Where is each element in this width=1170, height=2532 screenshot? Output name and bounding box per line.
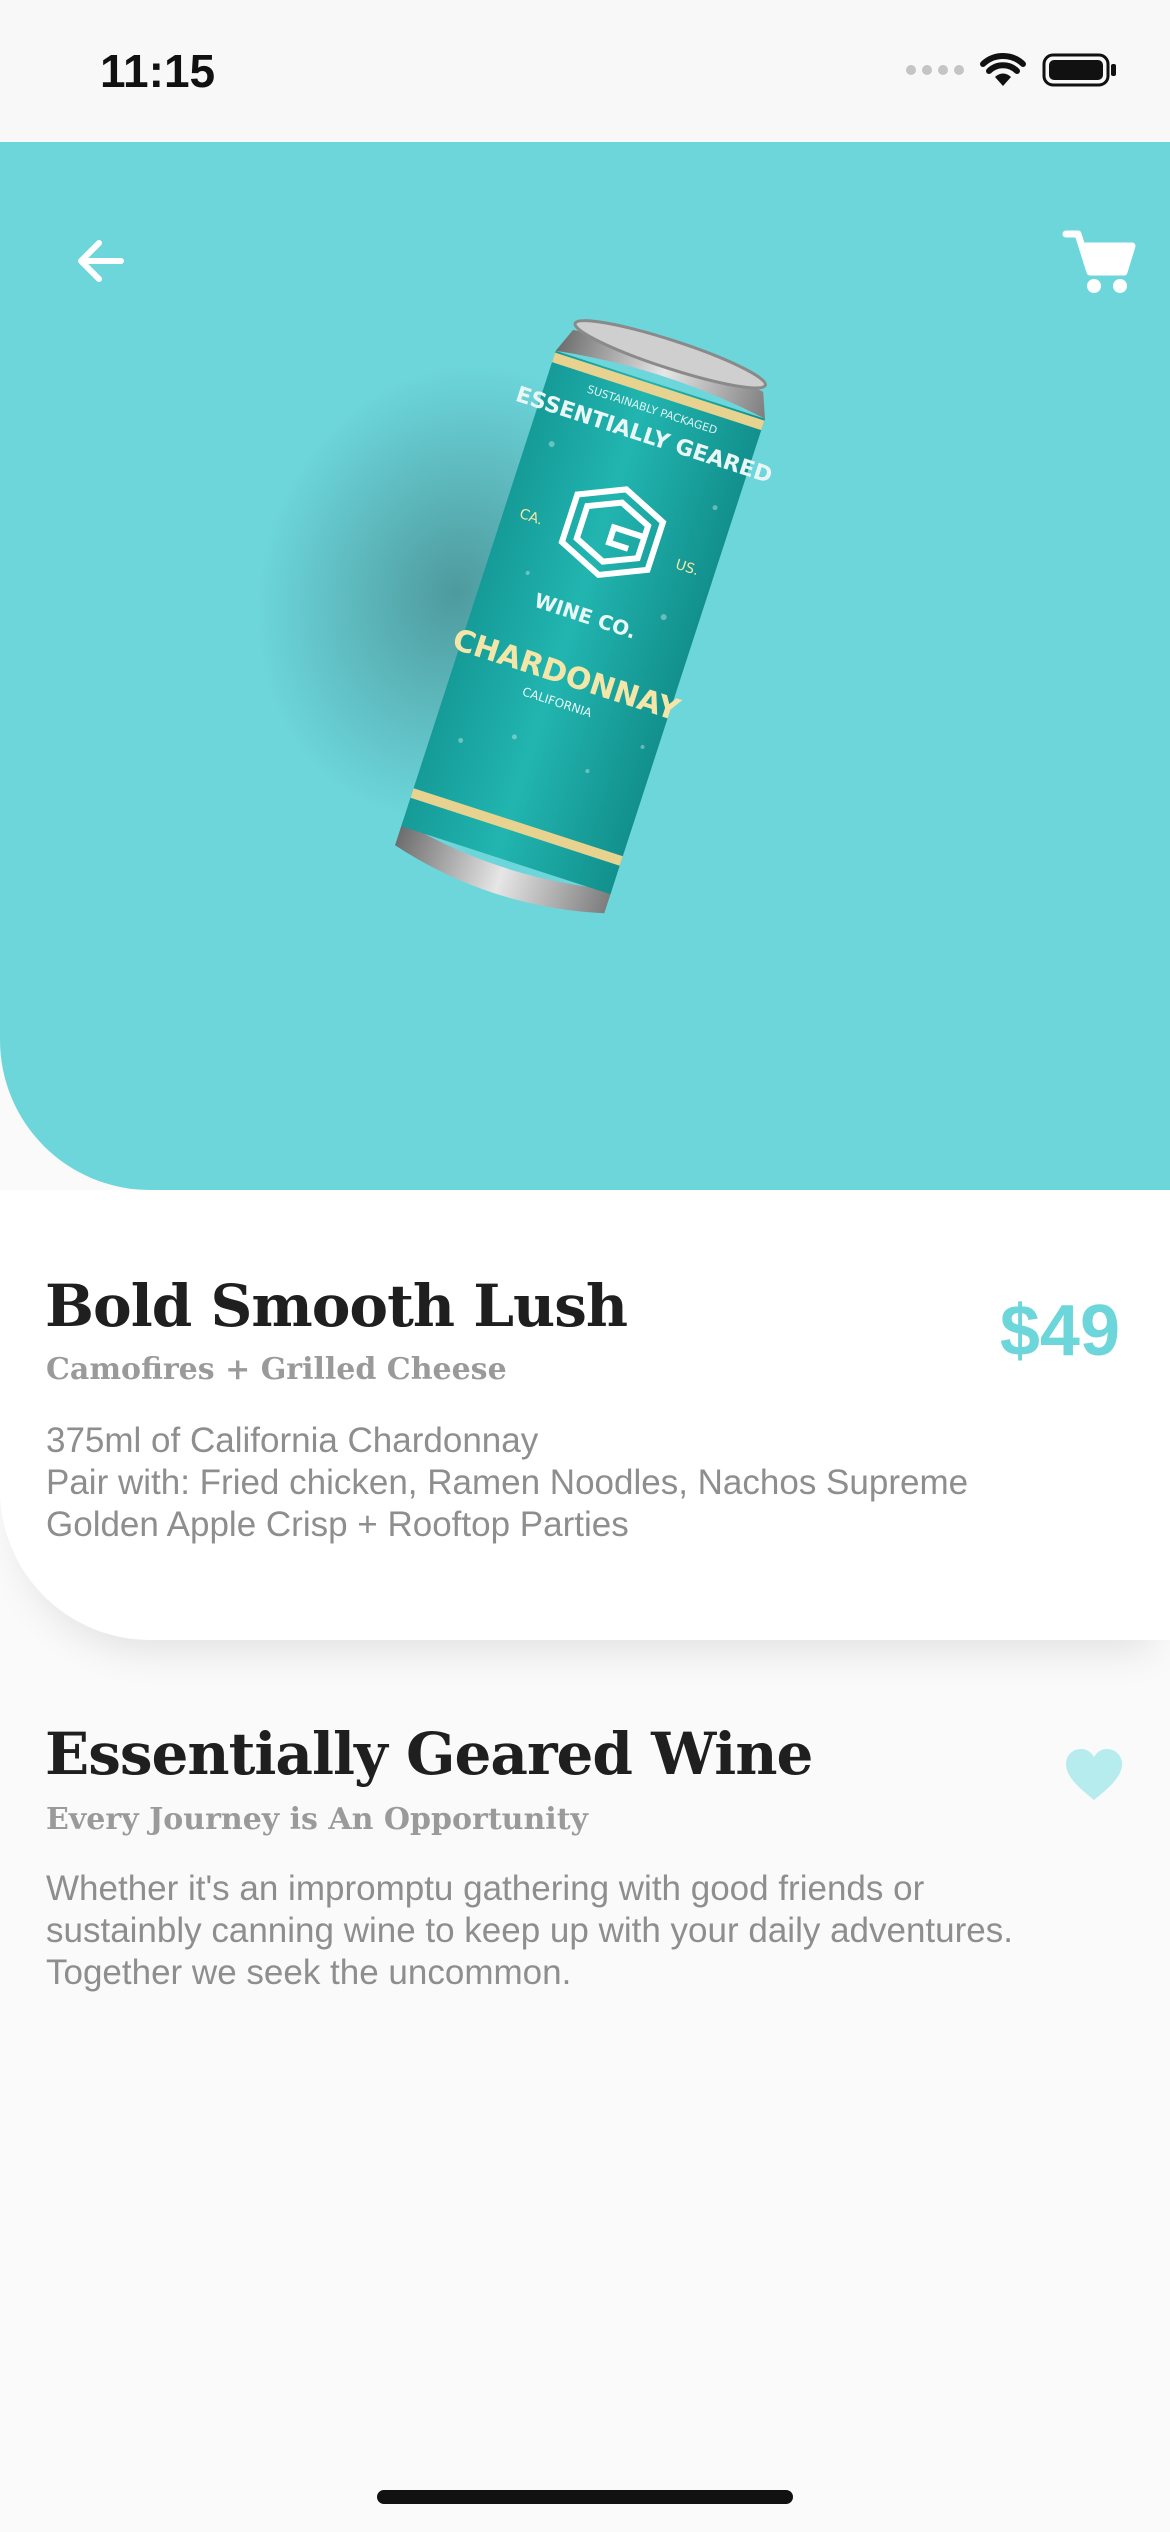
product-price: $49 bbox=[999, 1291, 1120, 1371]
brand-description-line: Whether it's an impromptu gathering with… bbox=[46, 1869, 925, 1908]
status-icons bbox=[906, 52, 1118, 88]
product-description-line: Golden Apple Crisp + Rooftop Parties bbox=[46, 1505, 629, 1544]
product-subtitle: Camofires + Grilled Cheese bbox=[46, 1352, 507, 1387]
product-hero: ESSENTIALLY GEARED SUSTAINABLY PACKAGED … bbox=[0, 142, 1170, 1190]
brand-name: Essentially Geared Wine bbox=[45, 1720, 813, 1788]
wifi-icon bbox=[980, 53, 1026, 86]
status-time: 11:15 bbox=[100, 45, 216, 97]
product-name: Bold Smooth Lush bbox=[45, 1272, 628, 1340]
brand-description: Whether it's an impromptu gathering with… bbox=[46, 1868, 1013, 1994]
cart-button[interactable] bbox=[1060, 222, 1140, 302]
product-description: 375ml of California Chardonnay Pair with… bbox=[46, 1420, 968, 1546]
product-description-line: 375ml of California Chardonnay bbox=[46, 1421, 539, 1460]
battery-icon bbox=[1042, 53, 1116, 87]
shopping-cart-icon bbox=[1062, 230, 1136, 293]
brand-description-line: sustainbly canning wine to keep up with … bbox=[46, 1911, 1013, 1950]
home-indicator[interactable] bbox=[377, 2490, 793, 2504]
brand-tagline: Every Journey is An Opportunity bbox=[46, 1802, 588, 1837]
cellular-signal-icon bbox=[906, 65, 964, 75]
brand-description-line: Together we seek the uncommon. bbox=[46, 1953, 572, 1992]
wine-can-image: ESSENTIALLY GEARED SUSTAINABLY PACKAGED … bbox=[256, 319, 775, 914]
status-bar: 11:15 bbox=[0, 0, 1170, 142]
favorite-button[interactable] bbox=[1062, 1744, 1126, 1808]
arrow-left-icon bbox=[78, 240, 124, 282]
product-description-line: Pair with: Fried chicken, Ramen Noodles,… bbox=[46, 1463, 969, 1502]
product-detail-card: Bold Smooth Lush Camofires + Grilled Che… bbox=[0, 1190, 1170, 1640]
back-button[interactable] bbox=[66, 226, 136, 296]
heart-icon bbox=[1066, 1749, 1122, 1800]
